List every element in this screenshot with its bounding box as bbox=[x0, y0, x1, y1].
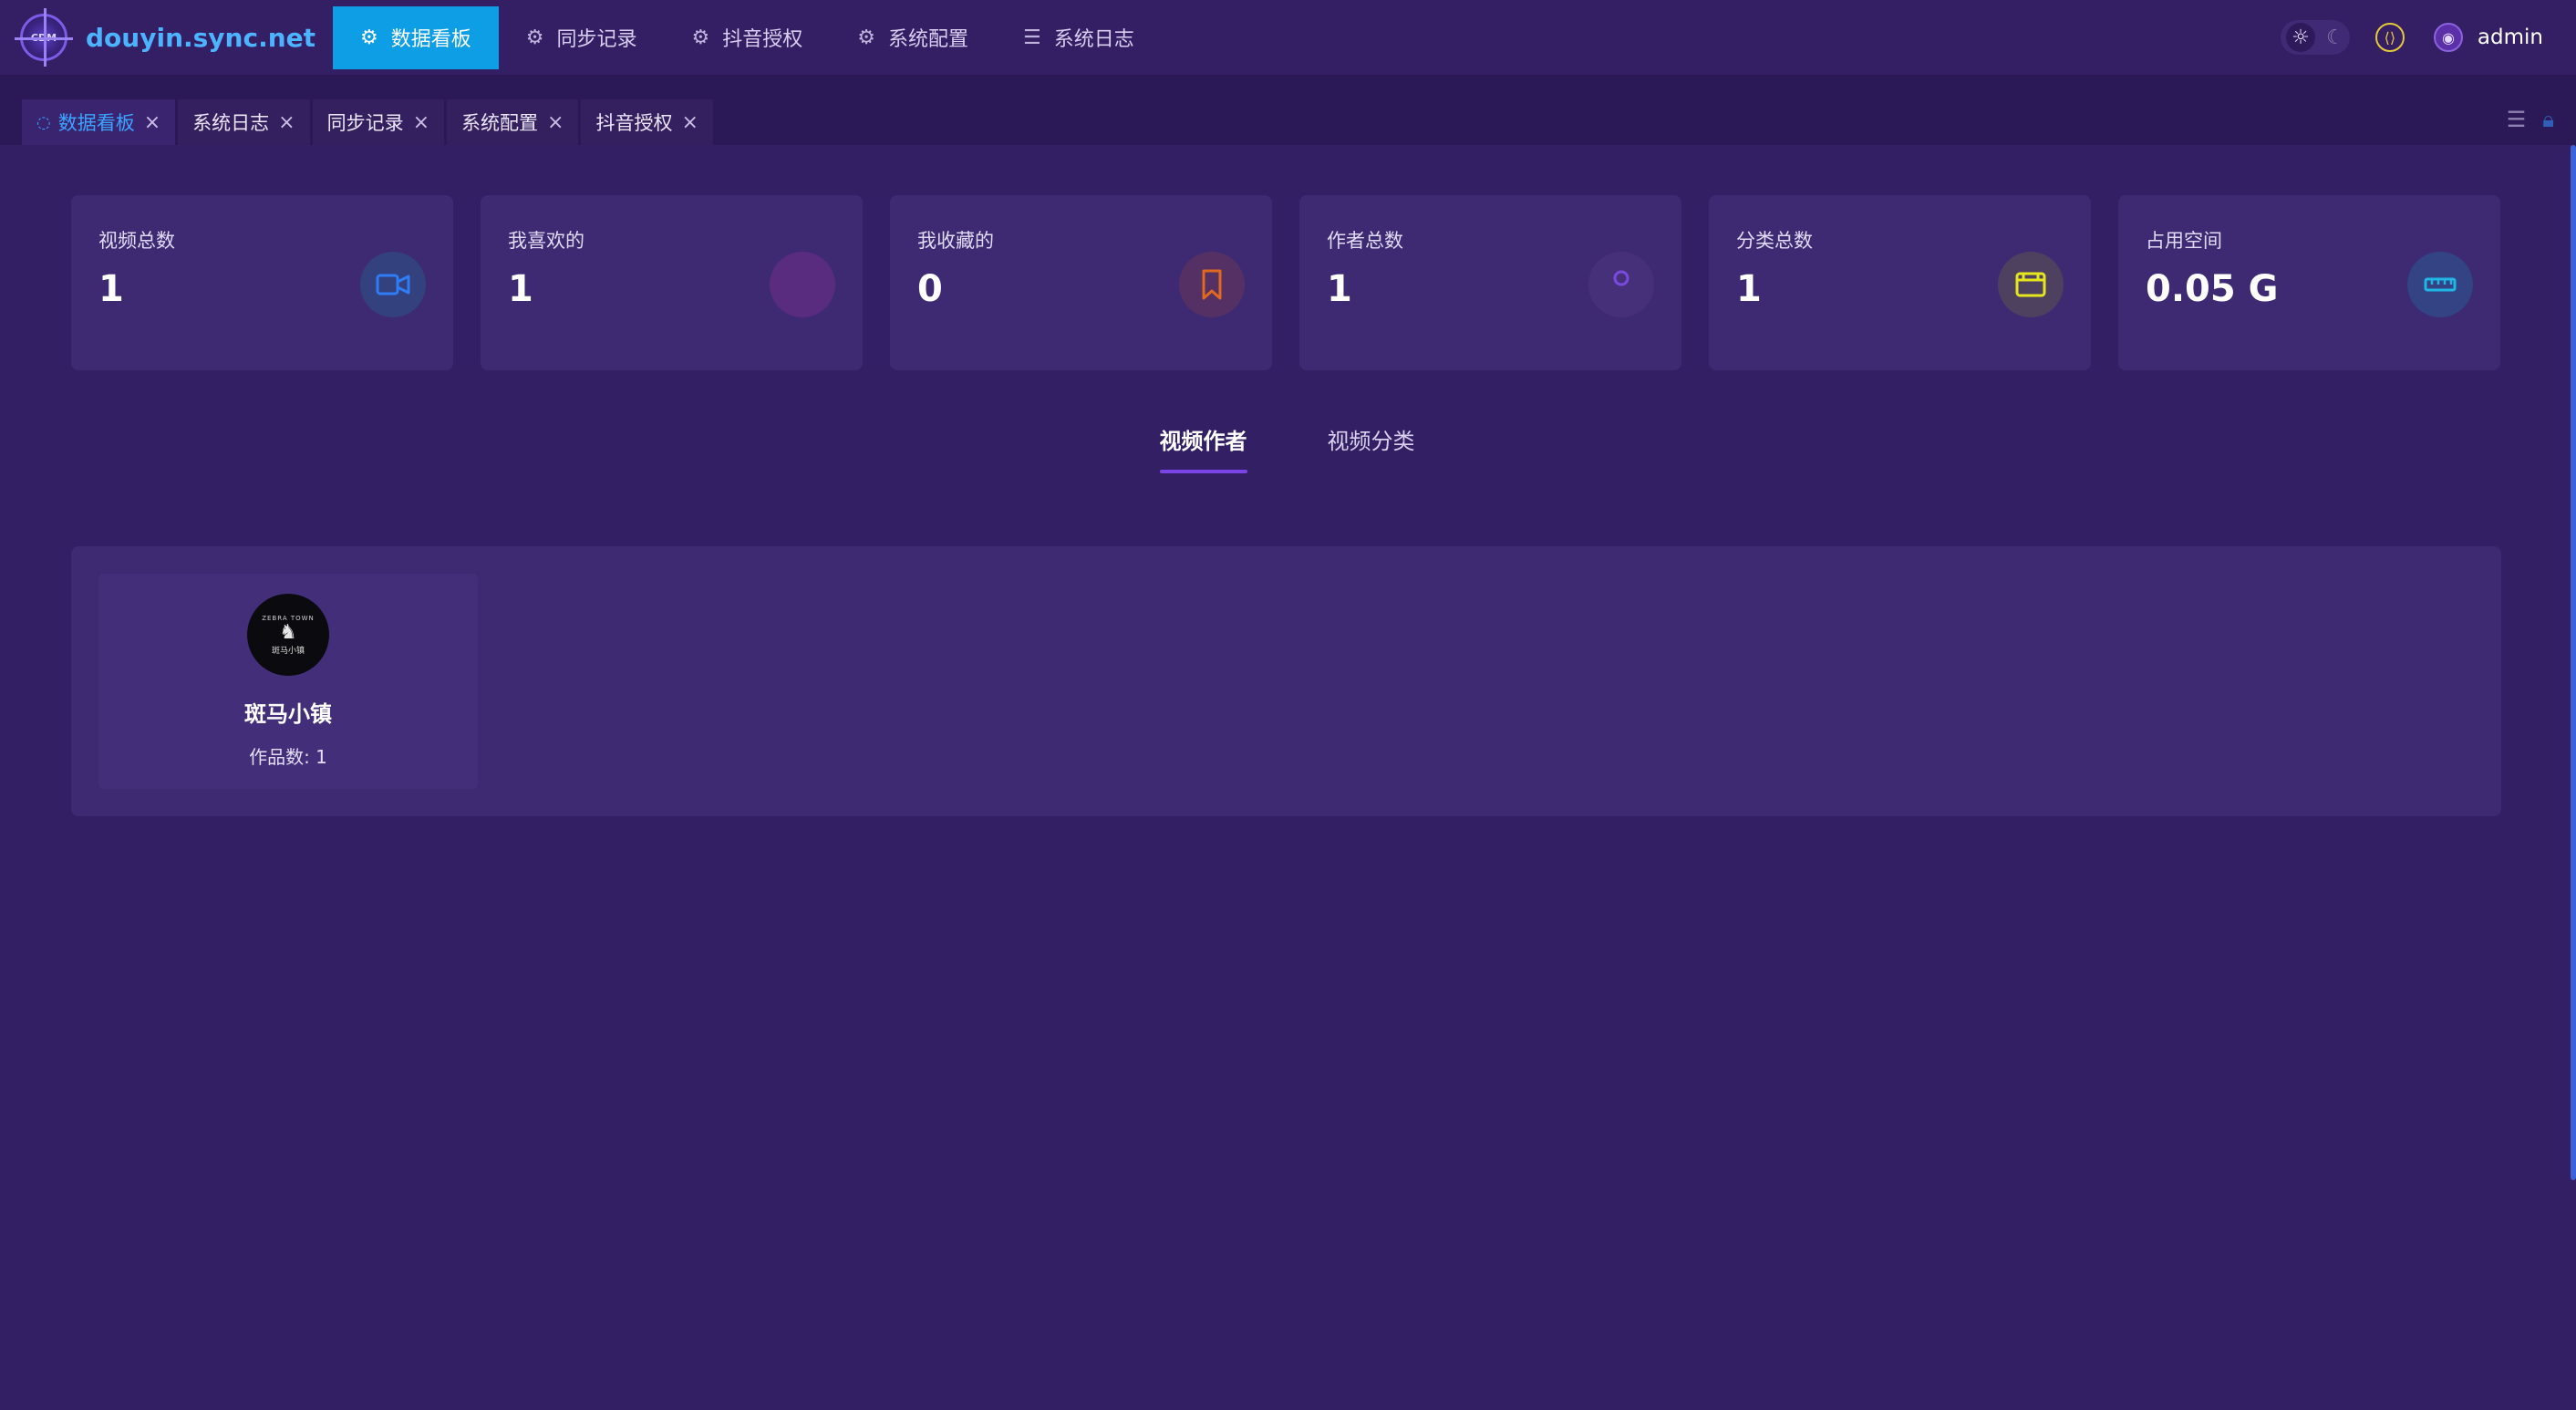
category-box-icon bbox=[1998, 252, 2064, 317]
header-actions: ☼ ☾ ⟨⟩ ◉ admin bbox=[2280, 0, 2576, 76]
scrollbar[interactable] bbox=[2571, 145, 2576, 1180]
author-avatar: ZEBRA TOWN ♞ 斑马小镇 bbox=[247, 594, 329, 676]
stat-label: 我喜欢的 bbox=[508, 230, 585, 252]
tab-tools: ☰ 🔒︎ bbox=[2490, 107, 2554, 132]
user-name: admin bbox=[2477, 26, 2543, 49]
github-icon: ◉ bbox=[2433, 23, 2463, 52]
close-icon[interactable]: × bbox=[278, 111, 295, 134]
nav-item-3[interactable]: ⚙ 抖音授权 bbox=[665, 6, 831, 69]
user-icon bbox=[1588, 252, 1654, 317]
list-icon: ☰ bbox=[1023, 26, 1041, 49]
gear-icon: ⚙ bbox=[525, 26, 544, 49]
app-title: douyin.sync.net bbox=[86, 22, 316, 53]
sun-icon: ☼ bbox=[2285, 23, 2315, 52]
video-camera-icon bbox=[360, 252, 426, 317]
nav-item-5[interactable]: ☰ 系统日志 bbox=[996, 6, 1162, 69]
heart-icon bbox=[770, 252, 835, 317]
close-icon[interactable]: × bbox=[547, 111, 564, 134]
lock-icon[interactable]: 🔒︎ bbox=[2542, 107, 2554, 132]
open-tabs: ◌ 数据看板 × 系统日志 × 同步记录 × 系统配置 × 抖音授权 × bbox=[22, 99, 716, 145]
main-nav: ⚙ 数据看板 ⚙ 同步记录 ⚙ 抖音授权 ⚙ 系统配置 ☰ 系统日志 bbox=[333, 0, 1162, 76]
author-works-count: 作品数: 1 bbox=[249, 746, 327, 768]
gear-icon: ⚙ bbox=[691, 26, 710, 49]
nav-item-2[interactable]: ⚙ 同步记录 bbox=[499, 6, 665, 69]
stat-label: 分类总数 bbox=[1736, 230, 1813, 252]
stat-cards: 视频总数 1 我喜欢的 1 我收藏的 0 作者总数 1 分类总数 1 占用空间 0.05 G bbox=[71, 195, 2500, 370]
tab-label: 系统日志 bbox=[192, 112, 270, 134]
stat-label: 我收藏的 bbox=[917, 230, 994, 252]
stat-card: 占用空间 0.05 G bbox=[2118, 195, 2500, 370]
tab-3[interactable]: 同步记录 × bbox=[312, 99, 445, 145]
tab-1[interactable]: ◌ 数据看板 × bbox=[22, 99, 176, 145]
tab-label: 同步记录 bbox=[326, 112, 404, 134]
tab-5[interactable]: 抖音授权 × bbox=[581, 99, 713, 145]
user-menu[interactable]: ◉ admin bbox=[2433, 23, 2543, 52]
logo-icon: CDM bbox=[15, 8, 73, 67]
nav-item-label: 系统配置 bbox=[888, 28, 969, 51]
nav-item-label: 同步记录 bbox=[556, 28, 637, 51]
language-icon[interactable]: ⟨⟩ bbox=[2374, 23, 2405, 52]
zebra-icon: ♞ bbox=[279, 620, 297, 644]
nav-item-label: 抖音授权 bbox=[722, 28, 803, 51]
tab-strip: ◌ 数据看板 × 系统日志 × 同步记录 × 系统配置 × 抖音授权 × ☰ 🔒︎ bbox=[0, 76, 2576, 145]
stat-card: 视频总数 1 bbox=[71, 195, 453, 370]
top-navbar: CDM douyin.sync.net ⚙ 数据看板 ⚙ 同步记录 ⚙ 抖音授权 ⚙ 系统配置… bbox=[0, 0, 2576, 76]
close-icon[interactable]: × bbox=[413, 111, 429, 134]
stat-card: 分类总数 1 bbox=[1709, 195, 2091, 370]
gear-icon: ⚙ bbox=[360, 26, 378, 49]
moon-icon: ☾ bbox=[2326, 26, 2344, 49]
nav-item-label: 数据看板 bbox=[390, 28, 471, 51]
author-panel: ZEBRA TOWN ♞ 斑马小镇 斑马小镇 作品数: 1 bbox=[71, 546, 2501, 816]
stat-label: 占用空间 bbox=[2146, 230, 2222, 252]
stat-label: 作者总数 bbox=[1327, 230, 1403, 252]
tab-label: 系统配置 bbox=[461, 112, 539, 134]
nav-item-4[interactable]: ⚙ 系统配置 bbox=[830, 6, 996, 69]
tab-4[interactable]: 系统配置 × bbox=[447, 99, 579, 145]
stat-label: 视频总数 bbox=[98, 230, 175, 252]
tab-label: 抖音授权 bbox=[595, 112, 673, 134]
ruler-icon bbox=[2407, 252, 2473, 317]
sub-tabs: 视频作者 视频分类 bbox=[22, 423, 2552, 473]
stat-card: 我喜欢的 1 bbox=[481, 195, 863, 370]
nav-item-label: 系统日志 bbox=[1053, 28, 1134, 51]
logo-text: CDM bbox=[30, 31, 57, 44]
author-name: 斑马小镇 bbox=[244, 701, 332, 727]
tab-label: 数据看板 bbox=[57, 112, 135, 134]
stack-icon[interactable]: ☰ bbox=[2507, 107, 2527, 132]
tab-2[interactable]: 系统日志 × bbox=[178, 99, 310, 145]
subtab-1[interactable]: 视频作者 bbox=[1159, 423, 1247, 473]
author-card[interactable]: ZEBRA TOWN ♞ 斑马小镇 斑马小镇 作品数: 1 bbox=[98, 574, 478, 789]
theme-toggle[interactable]: ☼ ☾ bbox=[2280, 20, 2350, 55]
close-icon[interactable]: × bbox=[144, 111, 160, 134]
subtab-2[interactable]: 视频分类 bbox=[1328, 423, 1415, 473]
avatar-line: 斑马小镇 bbox=[271, 646, 305, 656]
nav-item-1[interactable]: ⚙ 数据看板 bbox=[333, 5, 499, 69]
loading-icon: ◌ bbox=[36, 112, 51, 132]
stat-card: 我收藏的 0 bbox=[890, 195, 1272, 370]
stat-card: 作者总数 1 bbox=[1299, 195, 1681, 370]
bookmark-icon bbox=[1179, 252, 1245, 317]
close-icon[interactable]: × bbox=[681, 111, 698, 134]
main-content: 视频总数 1 我喜欢的 1 我收藏的 0 作者总数 1 分类总数 1 占用空间 0.05 G 视频作者… bbox=[22, 145, 2552, 1410]
gear-icon: ⚙ bbox=[857, 26, 876, 49]
brand[interactable]: CDM douyin.sync.net bbox=[0, 0, 316, 76]
